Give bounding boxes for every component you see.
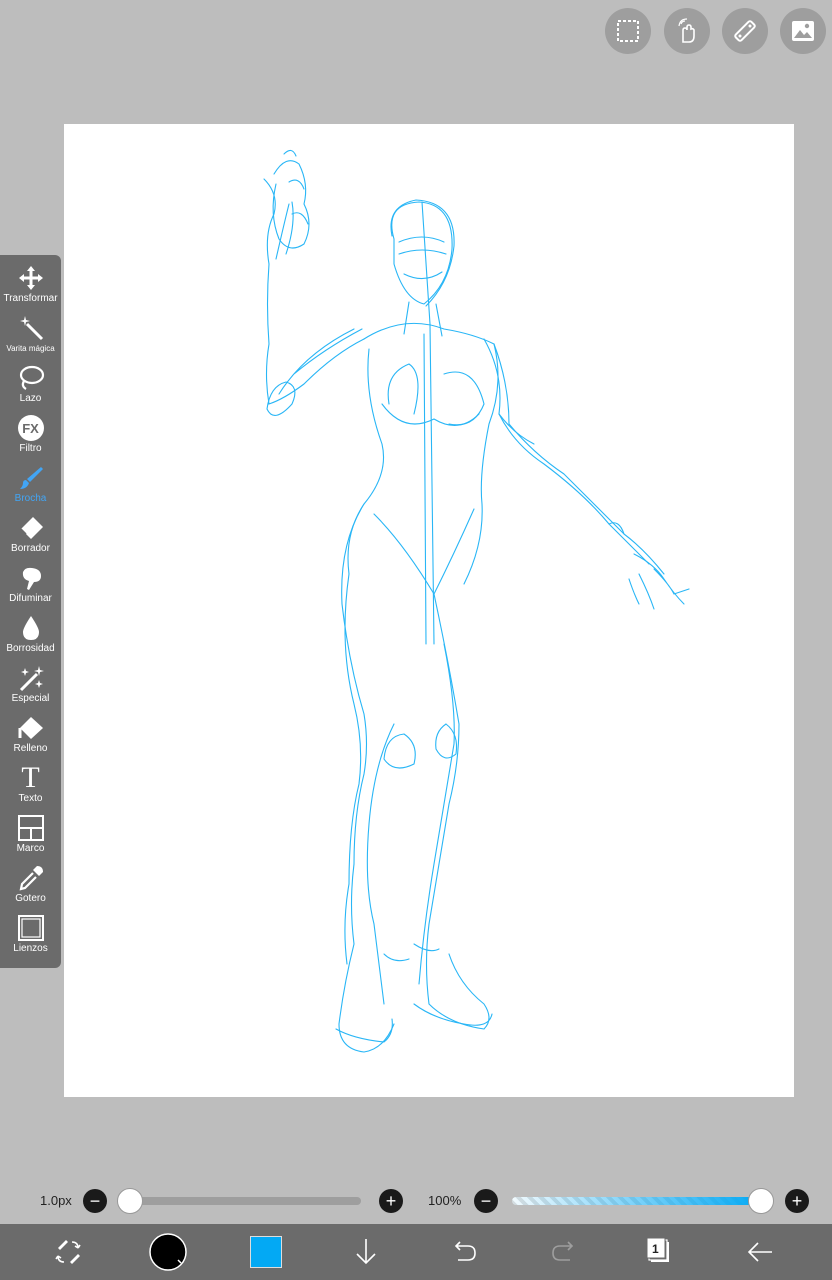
- tool-lasso[interactable]: Lazo: [0, 355, 61, 405]
- tool-label: Filtro: [19, 443, 42, 454]
- sparkle-icon: [19, 666, 44, 692]
- brush-size-plus-button[interactable]: +: [379, 1189, 403, 1213]
- tool-blur[interactable]: Borrosidad: [0, 605, 61, 655]
- magic-wand-icon: [19, 316, 43, 341]
- download-icon: [356, 1239, 376, 1265]
- opacity-plus-button[interactable]: +: [785, 1189, 809, 1213]
- bottom-bar: 1: [0, 1224, 832, 1280]
- brush-size-slider-handle[interactable]: [117, 1188, 143, 1214]
- opacity-slider-handle[interactable]: [748, 1188, 774, 1214]
- tool-label: Difuminar: [9, 593, 52, 604]
- layer-count: 1: [652, 1242, 659, 1256]
- tool-eyedropper[interactable]: Gotero: [0, 855, 61, 905]
- figure-sketch: [263, 149, 690, 1053]
- eraser-icon: [19, 517, 43, 539]
- tool-label: Gotero: [15, 893, 46, 904]
- brush-size-slider[interactable]: [118, 1197, 361, 1205]
- tool-frame[interactable]: Marco: [0, 805, 61, 855]
- layers-button[interactable]: 1: [642, 1234, 678, 1270]
- tool-smudge[interactable]: Difuminar: [0, 555, 61, 605]
- color-picker-icon: [149, 1233, 187, 1271]
- hand-gesture-button[interactable]: [664, 8, 710, 54]
- plus-icon: +: [791, 1191, 803, 1211]
- frame-icon: [17, 815, 44, 841]
- tool-label: Relleno: [13, 743, 48, 754]
- tool-brush[interactable]: Brocha: [0, 455, 61, 505]
- tool-label: Lienzos: [13, 943, 48, 954]
- lasso-icon: [19, 365, 44, 390]
- download-button[interactable]: [348, 1234, 384, 1270]
- tool-eraser[interactable]: Borrador: [0, 505, 61, 555]
- current-color-button[interactable]: [248, 1234, 284, 1270]
- tool-label: Lazo: [19, 393, 42, 404]
- selection-icon: [617, 20, 639, 42]
- back-icon: [747, 1242, 772, 1262]
- tool-magic-wand[interactable]: Varita mágica: [0, 305, 61, 355]
- plus-icon: +: [385, 1191, 397, 1211]
- drawing-canvas[interactable]: [64, 124, 794, 1097]
- redo-button[interactable]: [546, 1234, 582, 1270]
- current-color-icon: [250, 1236, 282, 1268]
- text-icon: T: [21, 761, 40, 794]
- undo-button[interactable]: [446, 1234, 482, 1270]
- eyedropper-icon: [19, 866, 43, 891]
- move-icon: [18, 266, 43, 290]
- redo-icon: [552, 1241, 574, 1261]
- tool-fill[interactable]: Relleno: [0, 705, 61, 755]
- tool-filter[interactable]: FX Filtro: [0, 405, 61, 455]
- tool-special[interactable]: Especial: [0, 655, 61, 705]
- tool-panel: Transformar Varita mágica Lazo FX Filtro…: [0, 255, 61, 968]
- tool-label: Texto: [18, 793, 43, 804]
- blur-drop-icon: [22, 616, 39, 640]
- swap-tool-button[interactable]: [50, 1234, 86, 1270]
- tool-label: Transformar: [3, 293, 58, 304]
- swap-tool-icon: [55, 1240, 81, 1264]
- opacity-minus-button[interactable]: −: [474, 1189, 498, 1213]
- hand-gesture-icon: [678, 18, 695, 43]
- fx-icon: FX: [17, 415, 44, 441]
- image-icon: [792, 21, 814, 41]
- back-button[interactable]: [742, 1234, 778, 1270]
- tool-label: Varita mágica: [6, 344, 55, 353]
- tool-label: Brocha: [14, 493, 47, 504]
- opacity-value: 100%: [428, 1193, 462, 1208]
- minus-icon: −: [480, 1191, 492, 1211]
- tool-transform[interactable]: Transformar: [0, 255, 61, 305]
- tool-canvas[interactable]: Lienzos: [0, 905, 61, 955]
- ruler-button[interactable]: [722, 8, 768, 54]
- slider-row: 1.0px − + 100% − +: [0, 1186, 832, 1216]
- tool-label: Borrador: [11, 543, 50, 554]
- brush-size-value: 1.0px: [40, 1193, 72, 1208]
- color-picker-button[interactable]: [148, 1232, 188, 1272]
- brush-icon: [19, 467, 43, 489]
- minus-icon: −: [89, 1191, 101, 1211]
- reference-image-button[interactable]: [780, 8, 826, 54]
- tool-label: Marco: [16, 843, 45, 854]
- tool-text[interactable]: T Texto: [0, 755, 61, 805]
- brush-size-minus-button[interactable]: −: [83, 1189, 107, 1213]
- fill-bucket-icon: [18, 717, 43, 739]
- opacity-slider[interactable]: [512, 1197, 762, 1205]
- tool-label: Borrosidad: [6, 643, 55, 654]
- selection-button[interactable]: [605, 8, 651, 54]
- canvas-icon: [17, 915, 44, 941]
- ruler-icon: [734, 20, 756, 42]
- undo-icon: [454, 1241, 476, 1261]
- tool-label: Especial: [11, 693, 50, 704]
- smudge-icon: [22, 567, 41, 590]
